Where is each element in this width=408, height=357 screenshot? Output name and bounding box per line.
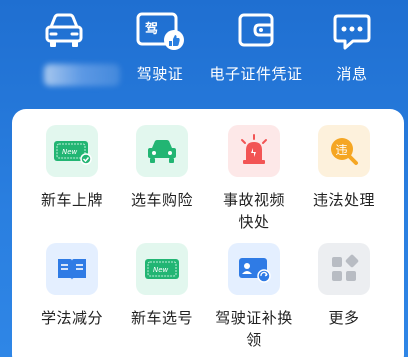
driver-license-nav-item[interactable]: 驾 驾驶证 [110,0,210,100]
service-label: 驾驶证补换领 [215,309,293,349]
license-card-icon [228,243,280,295]
nav-label-messages: 消息 [336,65,368,83]
messages-nav-item[interactable]: 消息 [302,0,402,100]
alarm-light-icon [228,125,280,177]
car-icon [14,10,114,54]
services-panel: New 新车上牌 选车购险 事故视频快处 违 违法处理 学法减分 New 新车选… [12,109,404,357]
service-label: 学法减分 [40,309,103,327]
new-plate-icon: New [46,125,98,177]
service-label: 新车选号 [130,309,193,327]
plate-select-icon: New [136,243,188,295]
book-icon [46,243,98,295]
svg-text:New: New [153,266,169,274]
service-plate-select[interactable]: New 新车选号 [116,243,208,329]
service-study-deduct[interactable]: 学法减分 [26,243,118,329]
service-license-renew[interactable]: 驾驶证补换领 [208,243,300,351]
svg-text:违: 违 [336,143,348,157]
nav-label-e-certificate: 电子证件凭证 [209,65,303,83]
license-badge-icon: 驾 [110,10,210,54]
nav-label-license: 驾驶证 [136,65,184,83]
car-insurance-icon [136,125,188,177]
chat-bubble-icon [302,10,402,54]
service-more[interactable]: 更多 [298,243,390,329]
more-grid-icon [318,243,370,295]
redacted-vehicle-label [44,64,120,86]
violation-search-icon: 违 [318,125,370,177]
svg-text:New: New [62,148,78,156]
service-violation[interactable]: 违 违法处理 [298,125,390,211]
wallet-icon [206,10,306,54]
service-new-car-plate[interactable]: New 新车上牌 [26,125,118,211]
service-label: 更多 [328,309,360,327]
service-car-insurance[interactable]: 选车购险 [116,125,208,211]
vehicle-nav-item[interactable] [14,0,120,100]
service-label: 新车上牌 [40,191,103,209]
service-label: 违法处理 [312,191,375,209]
service-accident-video[interactable]: 事故视频快处 [208,125,300,233]
e-certificate-nav-item[interactable]: 电子证件凭证 [206,0,306,100]
service-label: 选车购险 [130,191,193,209]
svg-text:驾: 驾 [145,21,158,37]
header-nav: 驾 驾驶证 电子证件凭证 消息 [0,0,408,100]
service-label: 事故视频快处 [222,191,285,231]
